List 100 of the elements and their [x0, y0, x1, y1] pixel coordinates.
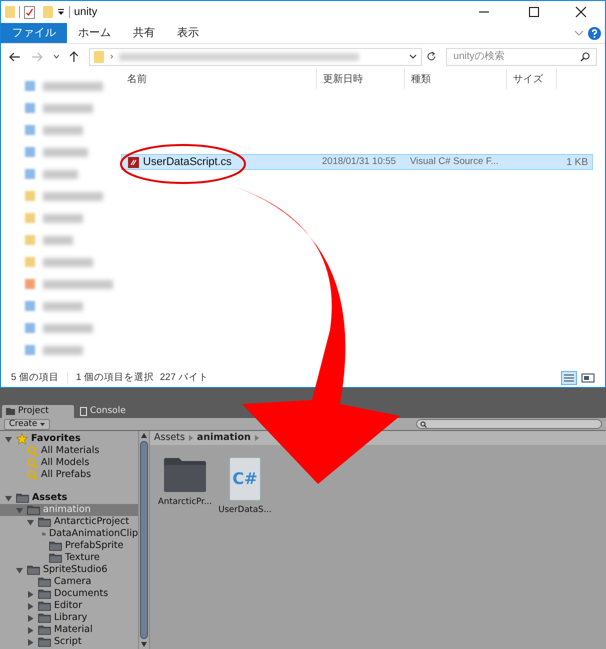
tree-item[interactable]: Assets [0, 492, 138, 504]
expand-triangle-icon[interactable] [16, 506, 23, 514]
window-title: unity [74, 4, 98, 20]
asset-name: UserDataS... [218, 504, 272, 517]
file-name: UserDataScript.cs [143, 154, 232, 170]
breadcrumb-item[interactable]: Assets [154, 430, 185, 446]
script-file-icon [128, 156, 139, 168]
caret-icon [254, 435, 259, 441]
blurred-label [43, 192, 103, 200]
expand-triangle-icon[interactable] [16, 566, 23, 574]
tree-label: Assets [32, 493, 68, 503]
folder-icon [38, 577, 51, 587]
folder-icon [38, 613, 51, 623]
search-field[interactable] [416, 419, 602, 429]
panel-tab[interactable]: Project [2, 405, 74, 418]
folder-icon [49, 541, 62, 551]
asset-item[interactable]: C# UserDataS... [218, 457, 272, 517]
collapse-triangle-icon[interactable] [27, 626, 34, 634]
tree-item[interactable]: AntarcticProject [0, 516, 138, 528]
asset-item[interactable]: AntarcticPr... [158, 457, 212, 509]
search-icon [580, 52, 590, 62]
folder-icon [38, 637, 51, 647]
scroll-down-icon[interactable] [141, 642, 147, 647]
tree-item[interactable]: Favorites [0, 433, 138, 445]
blurred-icon [25, 125, 35, 135]
status-text: 227 バイト [160, 370, 208, 385]
tree-label: Documents [54, 589, 108, 599]
blurred-icon [25, 345, 35, 355]
ribbon-tab[interactable]: ホーム [67, 23, 122, 43]
tree-label: PrefabSprite [65, 541, 124, 551]
chevron-down-icon[interactable] [52, 54, 60, 59]
tree-item[interactable]: Camera [0, 576, 138, 588]
search-icon [420, 420, 427, 428]
tree-item[interactable]: All Materials [0, 445, 138, 457]
ribbon-tab[interactable]: 表示 [166, 23, 210, 43]
expand-triangle-icon[interactable] [5, 494, 12, 502]
column-header[interactable]: 更新日時 [317, 69, 405, 89]
column-header[interactable]: サイズ [507, 69, 557, 89]
blurred-label [43, 214, 83, 222]
blurred-label [43, 148, 88, 156]
up-arrow-icon[interactable] [69, 50, 80, 62]
ribbon-tab[interactable]: ファイル [1, 23, 67, 43]
refresh-icon[interactable] [426, 51, 436, 62]
folder-icon [38, 517, 51, 527]
blurred-label [43, 170, 78, 178]
breadcrumb-item[interactable]: animation [196, 430, 251, 446]
folder-icon [38, 589, 51, 599]
checklist-icon[interactable] [24, 6, 35, 18]
blurred-label [43, 82, 103, 90]
tree-item[interactable]: PrefabSprite [0, 540, 138, 552]
tree-item[interactable]: All Prefabs [0, 469, 138, 481]
blurred-icon [25, 279, 35, 289]
tree-item[interactable]: Documents [0, 588, 138, 600]
back-arrow-icon[interactable] [9, 52, 21, 62]
collapse-triangle-icon[interactable] [27, 602, 34, 610]
scroll-up-icon[interactable] [141, 433, 147, 438]
blurred-icon [25, 213, 35, 223]
folder-icon [6, 408, 15, 415]
folder-icon [27, 565, 40, 575]
tree-item[interactable]: SpriteStudio6 [0, 564, 138, 576]
details-view-icon[interactable] [561, 371, 577, 385]
search-field[interactable]: unityの検索 [446, 48, 598, 66]
expand-triangle-icon[interactable] [5, 436, 12, 442]
blurred-icon [25, 301, 35, 311]
ribbon-tab[interactable]: 共有 [122, 23, 166, 43]
collapse-triangle-icon[interactable] [27, 590, 34, 598]
tree-item[interactable]: Material [0, 624, 138, 636]
path-separator: › [110, 50, 114, 63]
collapse-triangle-icon[interactable] [27, 614, 34, 622]
help-icon[interactable] [588, 26, 601, 40]
create-dropdown[interactable]: Create [4, 418, 50, 430]
tree-item[interactable]: Library [0, 612, 138, 624]
tree-item[interactable]: Texture [0, 552, 138, 564]
folder-icon [5, 6, 15, 18]
status-text: 1 個の項目を選択 [76, 370, 154, 385]
chevron-down-icon[interactable] [408, 54, 417, 59]
tree-item[interactable]: Editor [0, 600, 138, 612]
blurred-label [43, 280, 113, 288]
thumbnail-view-icon[interactable] [581, 372, 595, 384]
caret-icon [40, 422, 46, 426]
expand-triangle-icon[interactable] [27, 518, 34, 526]
tree-item[interactable]: DataAnimationClip [0, 528, 138, 540]
asset-name: AntarcticPr... [158, 496, 212, 509]
tree-label: SpriteStudio6 [43, 565, 108, 575]
tree-item[interactable]: All Models [0, 457, 138, 469]
blurred-icon [25, 235, 35, 245]
blurred-icon [25, 147, 35, 157]
dropdown-icon[interactable] [57, 8, 65, 16]
file-row[interactable]: UserDataScript.cs 2018/01/31 10:55 Visual C# Source F... 1 KB [121, 154, 593, 170]
blurred-icon [25, 257, 35, 267]
column-header[interactable]: 種類 [405, 69, 507, 89]
tree-label: All Models [41, 458, 90, 468]
tree-item[interactable]: Script [0, 636, 138, 648]
tree-label: Camera [54, 577, 92, 587]
collapse-triangle-icon[interactable] [27, 638, 34, 646]
address-field[interactable]: › [89, 48, 422, 66]
column-header[interactable]: 名前 [121, 69, 317, 89]
tree-label: AntarcticProject [54, 517, 130, 527]
scrollbar-thumb[interactable] [140, 441, 148, 639]
tree-label: All Prefabs [41, 470, 92, 480]
